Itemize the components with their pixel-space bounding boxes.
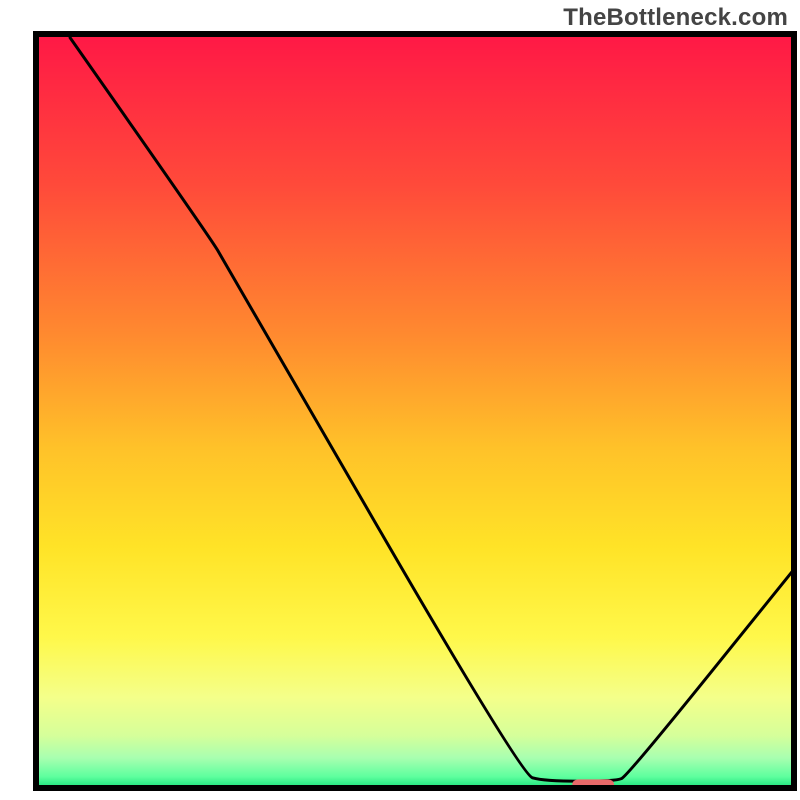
watermark-text: TheBottleneck.com	[563, 4, 788, 32]
gradient-background	[36, 34, 794, 788]
chart-svg	[0, 0, 800, 800]
bottleneck-chart: TheBottleneck.com	[0, 0, 800, 800]
